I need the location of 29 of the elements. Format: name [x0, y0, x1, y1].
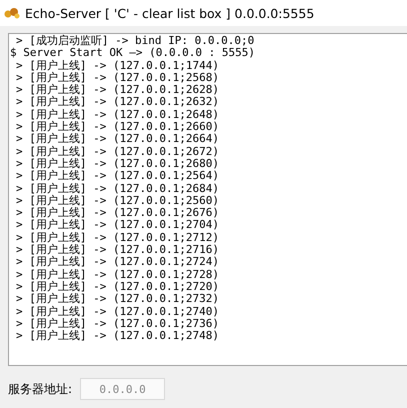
- log-line: > [用户上线] -> (127.0.0.1;2628): [15, 84, 220, 96]
- app-icon: [4, 7, 20, 19]
- log-line: > [用户上线] -> (127.0.0.1;1744): [15, 60, 220, 72]
- log-line: > [用户上线] -> (127.0.0.1;2716): [15, 244, 220, 256]
- log-line: > [用户上线] -> (127.0.0.1;2632): [15, 96, 220, 108]
- log-line: > [用户上线] -> (127.0.0.1;2568): [15, 72, 220, 84]
- window-title: Echo-Server [ 'C' - clear list box ] 0.0.0.0:5555: [25, 6, 314, 20]
- log-line: > [用户上线] -> (127.0.0.1;2728): [15, 268, 220, 281]
- log-line: > [用户上线] -> (127.0.0.1;2704): [15, 219, 220, 232]
- server-address-label: 服务器地址:: [8, 380, 72, 398]
- log-line: > [成功启动监听] -> bind IP: 0.0.0.0;0: [15, 35, 256, 48]
- log-line: > [用户上线] -> (127.0.0.1;2712): [15, 232, 220, 244]
- log-line: $ Server Start OK —> (0.0.0.0 : 5555): [9, 47, 256, 60]
- log-line: > [用户上线] -> (127.0.0.1;2560): [15, 194, 220, 207]
- log-line: > [用户上线] -> (127.0.0.1;2724): [15, 256, 220, 268]
- log-line: > [用户上线] -> (127.0.0.1;2672): [15, 146, 220, 158]
- log-line: > [用户上线] -> (127.0.0.1;2648): [15, 108, 220, 121]
- log-line: > [用户上线] -> (127.0.0.1;2732): [15, 293, 220, 306]
- log-line: > [用户上线] -> (127.0.0.1;2720): [15, 280, 220, 293]
- log-line: > [用户上线] -> (127.0.0.1;2740): [15, 306, 220, 318]
- log-line: > [用户上线] -> (127.0.0.1;2736): [15, 318, 220, 330]
- log-line: > [用户上线] -> (127.0.0.1;2748): [15, 330, 220, 342]
- log-line: > [用户上线] -> (127.0.0.1;2680): [15, 158, 220, 170]
- log-line: > [用户上线] -> (127.0.0.1;2684): [15, 182, 220, 195]
- log-line: > [用户上线] -> (127.0.0.1;2664): [15, 133, 220, 146]
- log-line: > [用户上线] -> (127.0.0.1;2676): [15, 207, 220, 220]
- log-line: > [用户上线] -> (127.0.0.1;2660): [15, 121, 220, 134]
- log-line: > [用户上线] -> (127.0.0.1;2564): [15, 170, 220, 182]
- log-list-box[interactable]: [8, 33, 407, 366]
